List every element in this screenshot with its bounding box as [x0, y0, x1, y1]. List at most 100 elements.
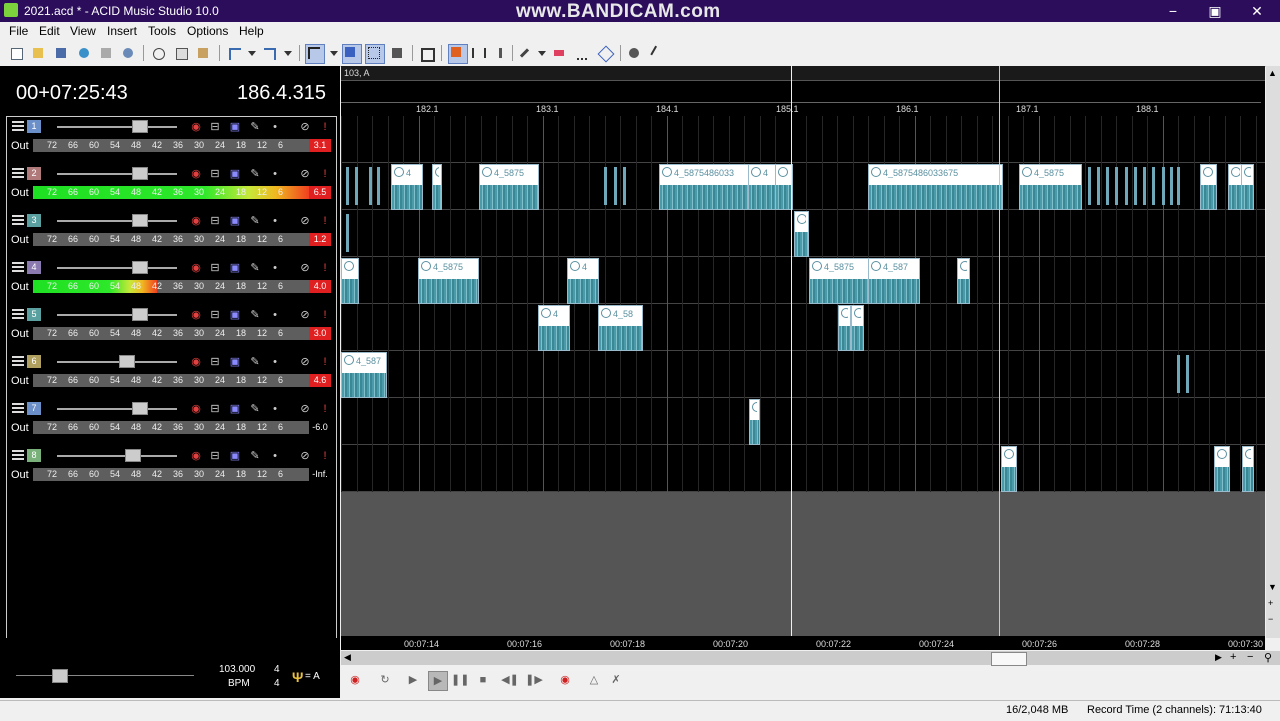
audio-event-clip[interactable]: 4 — [1200, 164, 1217, 210]
track-fx-icon[interactable]: ⊟ — [208, 449, 222, 463]
track-disable-icon[interactable]: ⊘ — [298, 120, 312, 134]
loop-region-bar[interactable] — [341, 80, 1265, 103]
scroll-left-icon[interactable]: ◀ — [344, 652, 351, 663]
audio-event-sliver[interactable] — [346, 214, 349, 252]
scroll-right-icon[interactable]: ▶ — [1215, 652, 1222, 663]
record-arm-icon[interactable]: ◉ — [189, 214, 203, 228]
track-menu-icon[interactable] — [12, 450, 24, 462]
project-key[interactable]: = A — [305, 671, 320, 682]
audio-event-sliver[interactable] — [355, 167, 358, 205]
track-disable-icon[interactable]: ⊘ — [298, 355, 312, 369]
track-volume-slider[interactable] — [57, 126, 177, 128]
audio-event-clip[interactable]: 4 — [391, 164, 423, 210]
audio-event-sliver[interactable] — [1186, 355, 1189, 393]
paste-icon[interactable] — [196, 46, 210, 60]
track-disable-icon[interactable]: ⊘ — [298, 402, 312, 416]
record-arm-icon[interactable]: ◉ — [189, 402, 203, 416]
audio-event-clip[interactable]: 4_587 — [868, 258, 920, 304]
peak-level-readout[interactable]: -Inf. — [309, 468, 331, 481]
track-lanes[interactable]: 444_58754_5875486033444_58754860336754_5… — [341, 116, 1265, 492]
track-volume-slider[interactable] — [57, 220, 177, 222]
track-header[interactable]: 6 ◉ ⊟ ▣ ✎ • ⊘! Out 72 66 60 54 48 42 36 30 24 18 12 6 4.… — [7, 352, 336, 396]
mute-icon[interactable]: ▣ — [228, 120, 242, 134]
audio-event-clip[interactable]: 4_5875 — [1019, 164, 1082, 210]
minimize-button[interactable]: − — [1152, 0, 1194, 22]
draw-tool-icon[interactable] — [342, 44, 362, 64]
menu-help[interactable]: Help — [239, 24, 264, 38]
vertical-scrollbar[interactable]: ▲ ▼ + − — [1266, 66, 1280, 638]
track-fx-icon[interactable]: ⊟ — [208, 214, 222, 228]
select-tool-icon[interactable] — [365, 44, 385, 64]
track-automation-icon[interactable]: ✎ — [248, 167, 262, 181]
solo-icon[interactable]: • — [268, 167, 282, 181]
save-icon[interactable] — [54, 46, 68, 60]
redo-dropdown-icon[interactable] — [282, 46, 296, 60]
audio-event-sliver[interactable] — [1097, 167, 1100, 205]
audio-event-clip[interactable]: 4 — [1214, 446, 1230, 492]
zoom-in-vertical-icon[interactable]: + — [1268, 598, 1273, 608]
track-fx-icon[interactable]: ⊟ — [208, 120, 222, 134]
mute-icon[interactable]: ▣ — [228, 261, 242, 275]
track-automation-icon[interactable]: ✎ — [248, 308, 262, 322]
track-automation-icon[interactable]: ✎ — [248, 214, 262, 228]
cut-icon[interactable] — [151, 46, 165, 60]
mixer-icon[interactable]: ✗ — [607, 671, 625, 689]
track-fx-icon[interactable]: ⊟ — [208, 261, 222, 275]
audio-event-clip[interactable]: 4 — [1241, 164, 1254, 210]
audio-event-sliver[interactable] — [1162, 167, 1165, 205]
record-icon[interactable]: ◉ — [346, 671, 364, 689]
audio-event-sliver[interactable] — [377, 167, 380, 205]
audio-event-sliver[interactable] — [1088, 167, 1091, 205]
mute-icon[interactable]: ▣ — [228, 355, 242, 369]
track-volume-slider[interactable] — [57, 267, 177, 269]
track-fx-icon[interactable]: ⊟ — [208, 167, 222, 181]
audio-event-clip[interactable]: ZIN — [341, 258, 359, 304]
track-lane[interactable] — [341, 304, 1265, 351]
mute-icon[interactable]: ▣ — [228, 449, 242, 463]
tempo-slider-thumb[interactable] — [52, 669, 68, 683]
audio-event-sliver[interactable] — [1106, 167, 1109, 205]
zoom-out-horizontal-icon[interactable]: − — [1247, 651, 1253, 663]
menu-view[interactable]: View — [70, 24, 96, 38]
audio-event-clip[interactable]: 4 — [748, 164, 778, 210]
track-automation-icon[interactable]: ✎ — [248, 449, 262, 463]
properties-icon[interactable] — [99, 46, 113, 60]
track-fx-icon[interactable]: ⊟ — [208, 308, 222, 322]
peak-level-readout[interactable]: 4.6 — [309, 374, 331, 387]
metronome-icon[interactable]: △ — [585, 671, 603, 689]
warning-icon[interactable]: ! — [318, 355, 332, 369]
warning-icon[interactable]: ! — [318, 308, 332, 322]
track-volume-thumb[interactable] — [132, 214, 148, 227]
record-armed-icon[interactable]: ◉ — [556, 671, 574, 689]
mute-icon[interactable]: ▣ — [228, 308, 242, 322]
audio-event-clip[interactable]: 4 — [957, 258, 970, 304]
zoom-out-vertical-icon[interactable]: − — [1268, 614, 1273, 624]
track-volume-slider[interactable] — [57, 173, 177, 175]
time-signature-bottom[interactable]: 4 — [274, 678, 280, 689]
record-arm-icon[interactable]: ◉ — [189, 449, 203, 463]
menu-tools[interactable]: Tools — [148, 24, 176, 38]
normal-tool-icon[interactable] — [305, 44, 325, 64]
menu-insert[interactable]: Insert — [107, 24, 137, 38]
audio-event-sliver[interactable] — [623, 167, 626, 205]
tempo-value[interactable]: 103.000 — [219, 664, 255, 675]
audio-event-sliver[interactable] — [1177, 167, 1180, 205]
peak-level-readout[interactable]: 4.0 — [309, 280, 331, 293]
track-menu-icon[interactable] — [12, 403, 24, 415]
zoom-tool-icon[interactable]: ⚲ — [1264, 651, 1272, 664]
track-automation-icon[interactable]: ✎ — [248, 355, 262, 369]
track-automation-icon[interactable]: ✎ — [248, 120, 262, 134]
settings-icon[interactable] — [121, 46, 135, 60]
audio-event-sliver[interactable] — [1115, 167, 1118, 205]
audio-event-sliver[interactable] — [614, 167, 617, 205]
track-fx-icon[interactable]: ⊟ — [208, 402, 222, 416]
track-automation-icon[interactable]: ✎ — [248, 402, 262, 416]
track-header[interactable]: 5 ◉ ⊟ ▣ ✎ • ⊘! Out 72 66 60 54 48 42 36 30 24 18 12 6 3.… — [7, 305, 336, 349]
tool-dropdown-icon[interactable] — [328, 46, 342, 60]
track-fx-icon[interactable]: ⊟ — [208, 355, 222, 369]
audio-event-sliver[interactable] — [1152, 167, 1155, 205]
solo-icon[interactable]: • — [268, 449, 282, 463]
audio-event-sliver[interactable] — [1170, 167, 1173, 205]
snap-icon[interactable] — [448, 44, 468, 64]
mute-icon[interactable]: ▣ — [228, 167, 242, 181]
